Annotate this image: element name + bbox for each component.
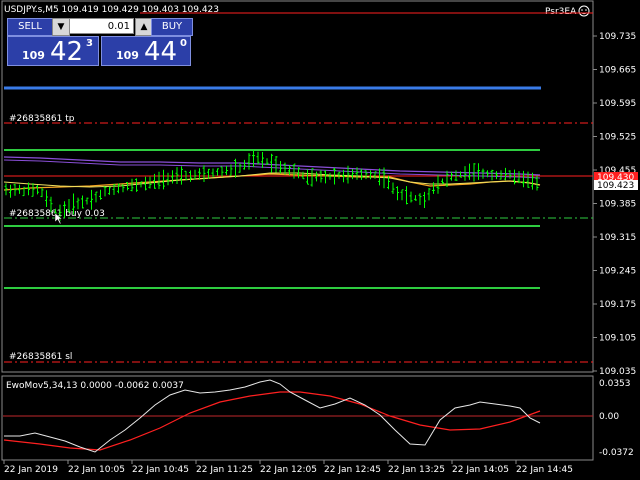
sell-button[interactable]: SELL xyxy=(7,18,53,36)
price-tick-label: 109.385 xyxy=(599,200,636,210)
price-tick-label: 109.105 xyxy=(599,334,636,344)
bid-price-label: 109.423 xyxy=(597,181,634,191)
price-tick-label: 109.175 xyxy=(599,300,636,310)
buy-price-big: 44 xyxy=(144,37,178,67)
sl-label: #26835861 sl xyxy=(9,352,72,362)
buy-price-button[interactable]: 109 44 0 xyxy=(101,36,191,67)
lot-size-input[interactable]: 0.01 xyxy=(69,18,134,34)
smiley-icon[interactable] xyxy=(578,5,590,17)
chart-window[interactable]: USDJPY.s,M5 109.419 109.429 109.403 109.… xyxy=(0,0,640,480)
buy-button[interactable]: BUY xyxy=(151,18,193,36)
price-axis: 109.735109.665109.595109.525109.455109.3… xyxy=(593,32,636,377)
time-tick-label: 22 Jan 10:45 xyxy=(132,465,189,475)
time-tick-label: 22 Jan 14:05 xyxy=(452,465,509,475)
sell-price-big: 42 xyxy=(50,37,84,67)
lot-decrease-button[interactable]: ▼ xyxy=(52,18,70,36)
time-tick-label: 22 Jan 14:45 xyxy=(516,465,573,475)
indicator-tick-label: -0.0372 xyxy=(599,448,634,458)
expert-label: Psr3EA xyxy=(545,7,577,17)
time-tick-label: 22 Jan 11:25 xyxy=(196,465,253,475)
buy-price-sup: 0 xyxy=(180,38,187,49)
indicator-label: EwoMov5,34,13 0.0000 -0.0062 0.0037 xyxy=(6,381,184,391)
sell-price-button[interactable]: 109 42 3 xyxy=(7,36,99,67)
indicator-signal-line xyxy=(3,391,541,451)
sell-price-prefix: 109 xyxy=(22,49,45,62)
time-tick-label: 22 Jan 10:05 xyxy=(68,465,125,475)
time-axis: 22 Jan 2019 22 Jan 10:05 22 Jan 10:45 22 Ja… xyxy=(3,460,573,475)
sell-price-sup: 3 xyxy=(86,38,93,49)
price-tick-label: 109.035 xyxy=(599,367,636,377)
one-click-trading-panel: SELL ▼ 0.01 ▲ BUY 109 42 3 109 44 0 xyxy=(5,17,193,67)
indicator-axis: 0.0353 0.00 -0.0372 xyxy=(599,379,634,458)
time-tick-label: 22 Jan 12:05 xyxy=(260,465,317,475)
time-tick-label: 22 Jan 2019 xyxy=(4,465,58,475)
buy-price-prefix: 109 xyxy=(116,49,139,62)
price-tick-label: 109.525 xyxy=(599,133,636,143)
price-tick-label: 109.735 xyxy=(599,32,636,42)
price-tick-label: 109.665 xyxy=(599,66,636,76)
tp-label: #26835861 tp xyxy=(9,114,75,124)
time-tick-label: 22 Jan 12:45 xyxy=(324,465,381,475)
price-tick-label: 109.595 xyxy=(599,99,636,109)
indicator-tick-label: 0.00 xyxy=(599,412,619,422)
price-tick-label: 109.245 xyxy=(599,267,636,277)
price-tick-label: 109.315 xyxy=(599,233,636,243)
indicator-tick-label: 0.0353 xyxy=(599,379,631,389)
time-tick-label: 22 Jan 13:25 xyxy=(388,465,445,475)
